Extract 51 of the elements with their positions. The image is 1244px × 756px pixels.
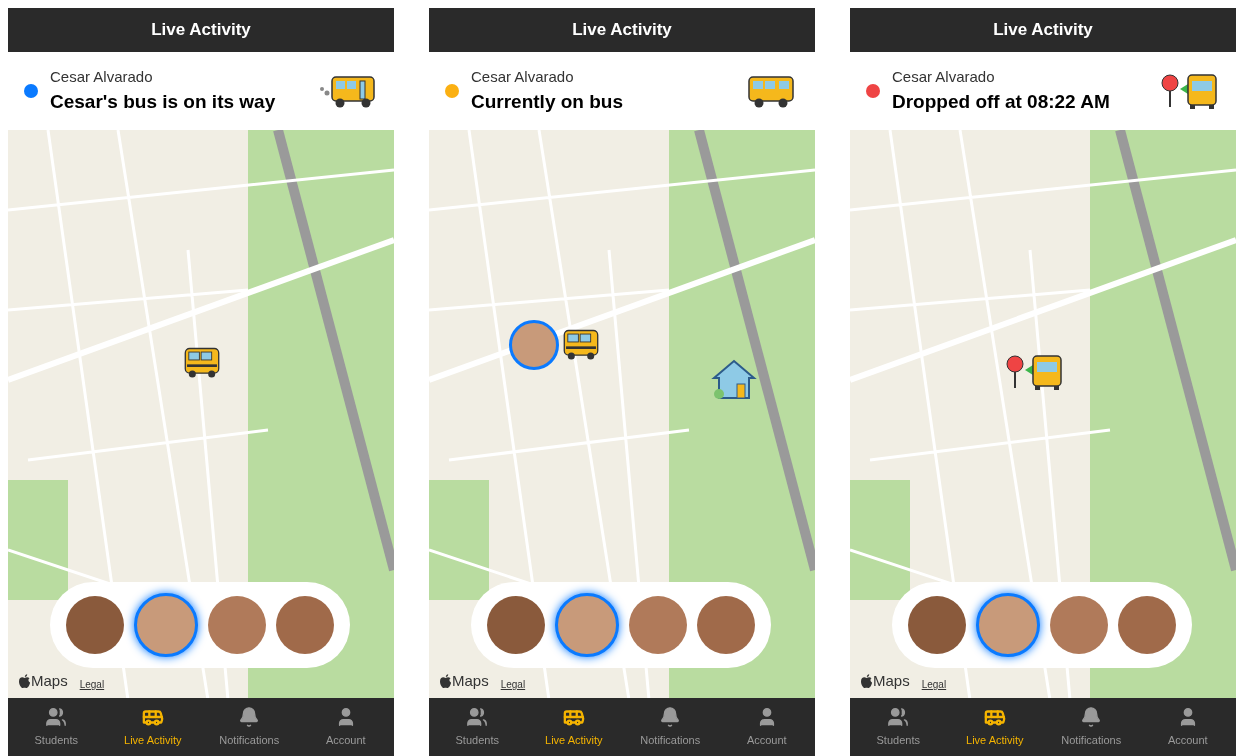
maps-attribution: Maps [31, 670, 68, 691]
legal-link[interactable]: Legal [79, 677, 105, 692]
stop-sign-bus-icon [1160, 71, 1220, 111]
status-text: Currently on bus [471, 90, 624, 114]
people-icon [45, 705, 68, 728]
tab-button[interactable]: Students [850, 698, 947, 756]
student-avatar[interactable] [555, 593, 619, 657]
student-avatar[interactable] [134, 593, 198, 657]
tab-button[interactable]: Live Activity [946, 698, 1043, 756]
screen-title: Live Activity [993, 19, 1093, 42]
tab-button[interactable]: Live Activity [525, 698, 622, 756]
people-icon [466, 705, 489, 728]
student-name: Cesar Alvarado [50, 66, 154, 87]
tab-button[interactable]: Account [1139, 698, 1236, 756]
stop-sign-bus-icon [1005, 352, 1065, 392]
status-text: Cesar's bus is on its way [50, 90, 277, 114]
student-name: Cesar Alvarado [471, 66, 575, 87]
status-text: Dropped off at 08:22 AM [892, 90, 1111, 114]
student-avatar[interactable] [976, 593, 1040, 657]
tab-button[interactable]: Notifications [1043, 698, 1140, 756]
student-avatar[interactable] [66, 596, 124, 654]
student-avatar[interactable] [1118, 596, 1176, 654]
student-avatar[interactable] [487, 596, 545, 654]
student-name: Cesar Alvarado [892, 66, 996, 87]
tab-button[interactable]: Notifications [622, 698, 719, 756]
apple-logo-icon [439, 674, 452, 689]
legal-link[interactable]: Legal [921, 677, 947, 692]
people-icon [887, 705, 910, 728]
bell-icon [1080, 705, 1103, 728]
screen-title: Live Activity [151, 19, 251, 42]
student-avatar[interactable] [276, 596, 334, 654]
tab-button[interactable]: Students [429, 698, 526, 756]
bell-icon [659, 705, 682, 728]
legal-link[interactable]: Legal [500, 677, 526, 692]
apple-logo-icon [860, 674, 873, 689]
screen-title: Live Activity [572, 19, 672, 42]
bell-icon [238, 705, 261, 728]
student-avatar[interactable] [629, 596, 687, 654]
school-house-icon [711, 358, 757, 400]
tab-button[interactable]: Notifications [201, 698, 298, 756]
tab-button[interactable]: Account [297, 698, 394, 756]
maps-attribution: Maps [873, 670, 910, 691]
maps-attribution: Maps [452, 670, 489, 691]
tab-button[interactable]: Live Activity [104, 698, 201, 756]
tab-button[interactable]: Students [8, 698, 105, 756]
apple-logo-icon [18, 674, 31, 689]
student-avatar[interactable] [1050, 596, 1108, 654]
student-avatar[interactable] [208, 596, 266, 654]
tab-button[interactable]: Account [718, 698, 815, 756]
student-avatar[interactable] [908, 596, 966, 654]
student-avatar[interactable] [697, 596, 755, 654]
